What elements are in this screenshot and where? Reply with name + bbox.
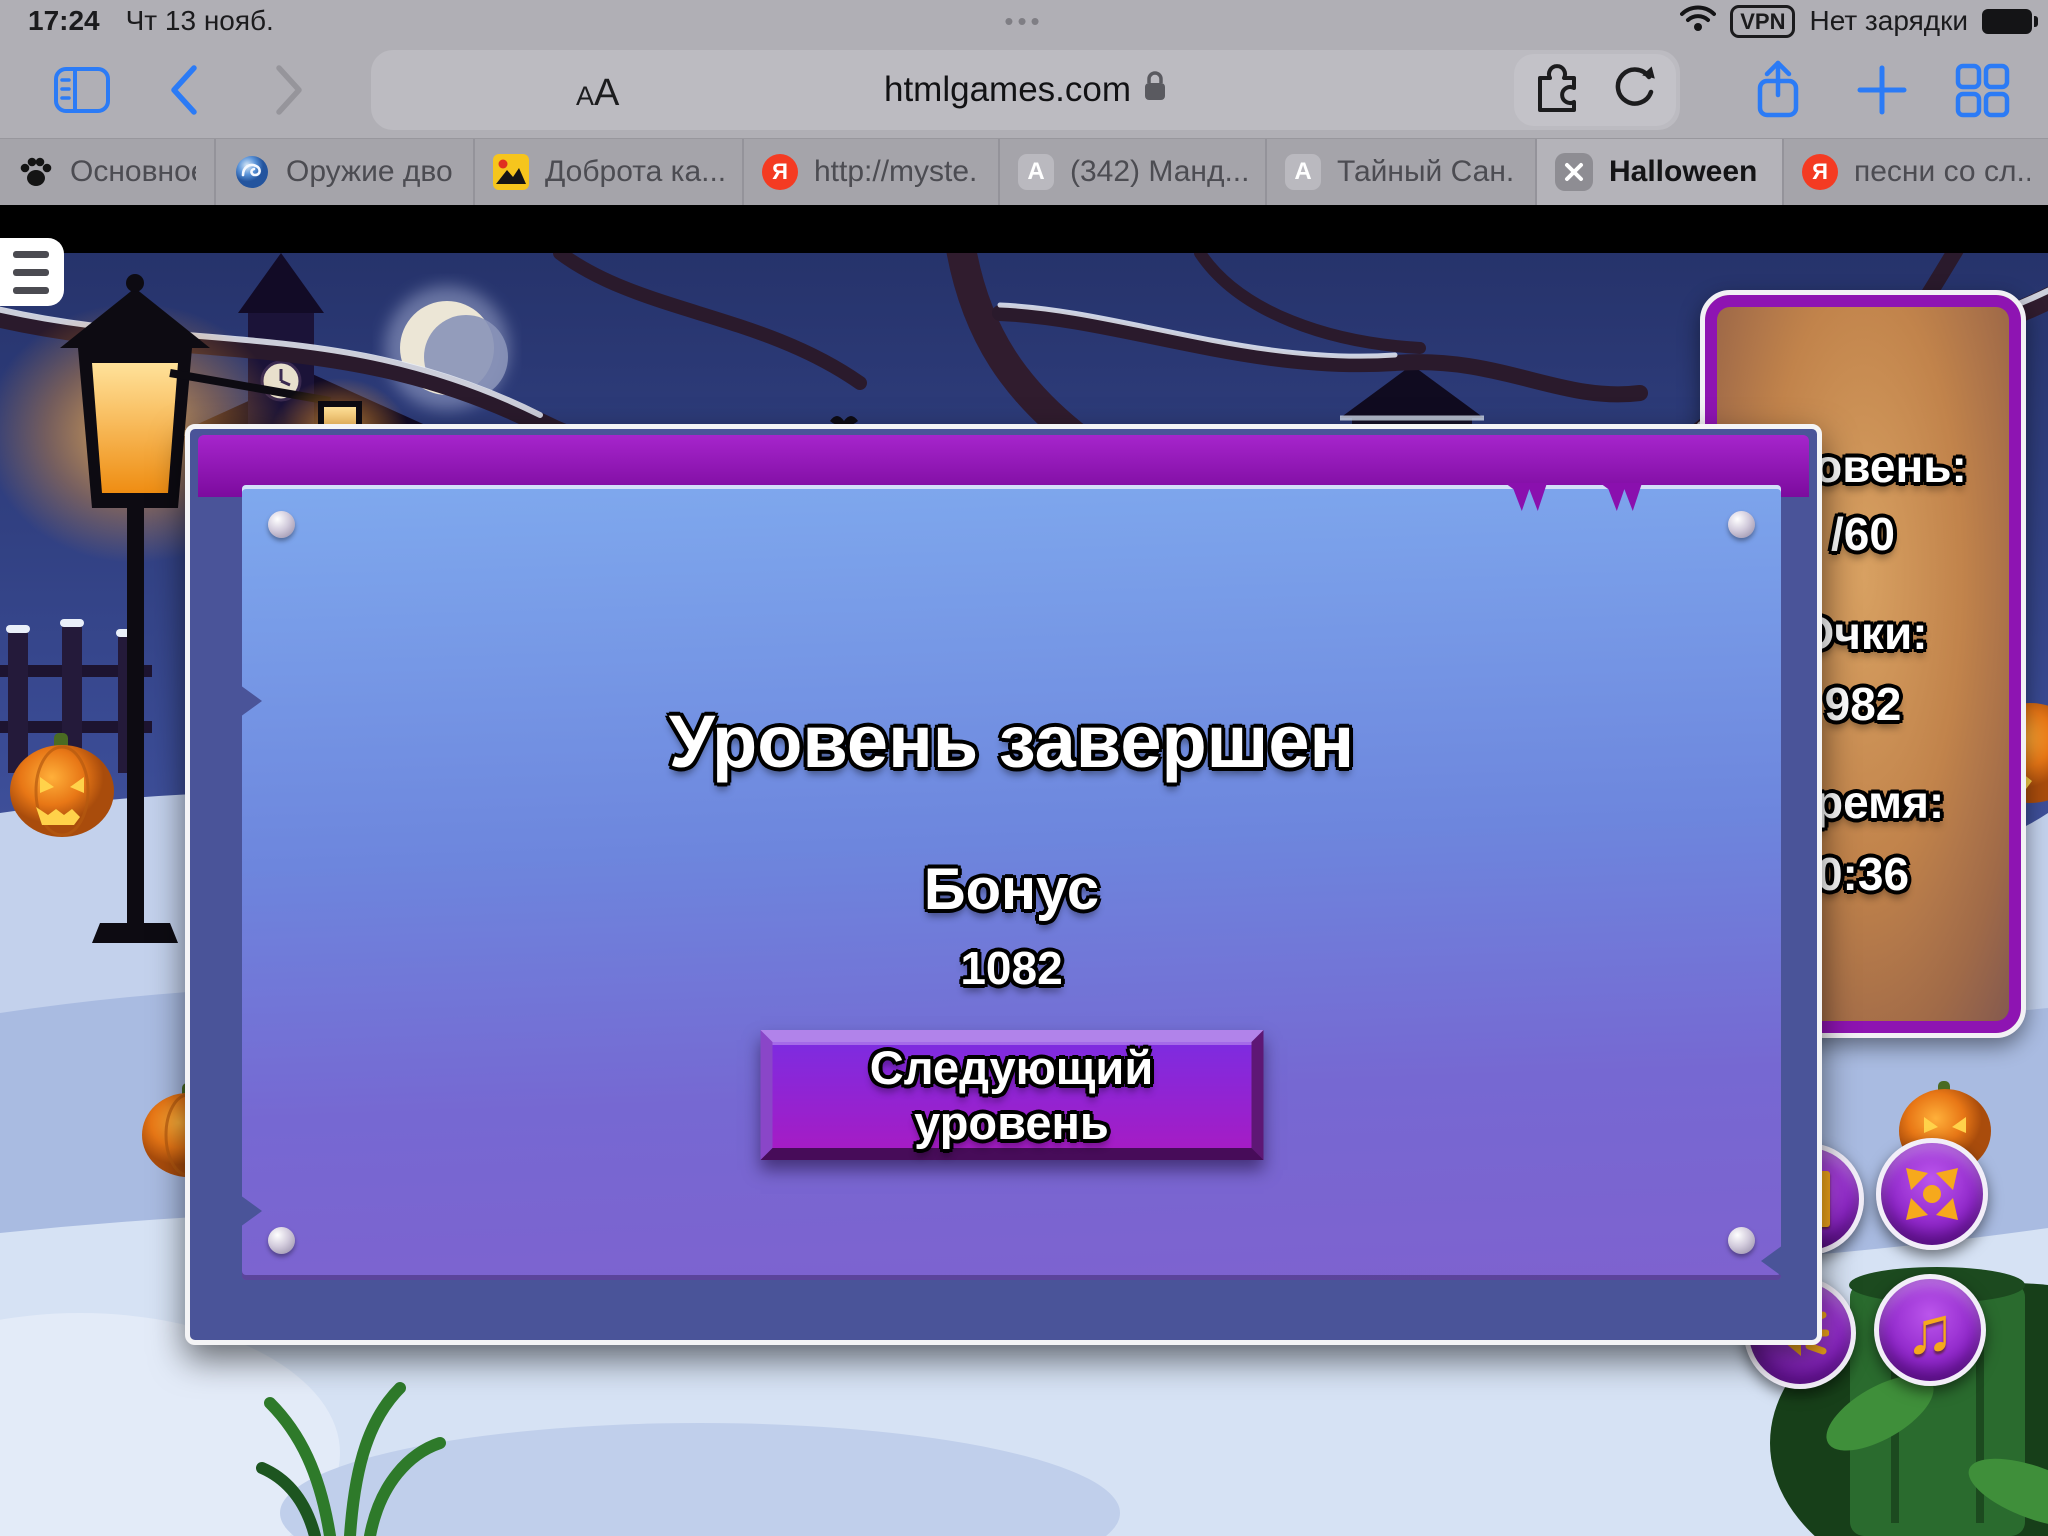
forward-icon[interactable] — [265, 42, 313, 138]
tab-mand[interactable]: А (342) Манд... — [1000, 139, 1267, 205]
dialog-inner-panel: Уровень завершен Бонус 1082 Следующий ур… — [242, 485, 1781, 1280]
hamburger-bar — [13, 269, 49, 276]
hamburger-bar — [13, 287, 49, 294]
tab-halloween-active[interactable]: Halloween P... — [1537, 139, 1784, 205]
extensions-puzzle-icon[interactable] — [1532, 63, 1584, 118]
music-button[interactable]: ♫ — [1874, 1274, 1986, 1386]
back-icon[interactable] — [160, 42, 208, 138]
rivet — [268, 1227, 295, 1254]
yandex-icon: Я — [1802, 154, 1838, 190]
bonus-value: 1082 — [242, 941, 1781, 995]
dialog-title: Уровень завершен — [242, 699, 1781, 784]
tab-dobrota[interactable]: Доброта ка... — [475, 139, 744, 205]
level-complete-dialog: Уровень завершен Бонус 1082 Следующий ур… — [185, 424, 1822, 1345]
hamburger-menu-button[interactable] — [0, 238, 64, 306]
tab-pesni[interactable]: Я песни со сл... — [1784, 139, 2048, 205]
status-bar: 17:24 Чт 13 нояб. ••• VPN Нет зарядки — [0, 0, 2048, 42]
edge-notch — [240, 1195, 262, 1227]
fullscreen-icon — [1902, 1164, 1962, 1224]
rivet — [1728, 1227, 1755, 1254]
letter-a-icon: А — [1285, 154, 1321, 190]
tab-oruzhie[interactable]: Оружие дво... — [216, 139, 475, 205]
tabs-grid-icon[interactable] — [1950, 42, 2014, 138]
tab-osnovnoe[interactable]: Основное м... — [0, 139, 216, 205]
share-icon[interactable] — [1748, 42, 1808, 138]
next-level-button[interactable]: Следующий уровень — [760, 1030, 1263, 1160]
battery-status-text: Нет зарядки — [1809, 5, 1968, 37]
paw-icon — [18, 154, 54, 190]
reload-icon[interactable] — [1610, 64, 1658, 117]
letter-a-icon: А — [1018, 154, 1054, 190]
wifi-icon — [1680, 4, 1716, 39]
date: Чт 13 нояб. — [126, 5, 274, 37]
clock: 17:24 — [28, 5, 100, 37]
multitasking-dots-icon: ••• — [1004, 6, 1043, 37]
swirl-icon — [234, 154, 270, 190]
tab-tainyi-san[interactable]: А Тайный Сан... — [1267, 139, 1537, 205]
rivet — [268, 511, 295, 538]
vpn-badge: VPN — [1730, 5, 1795, 38]
screen: 17:24 Чт 13 нояб. ••• VPN Нет зарядки — [0, 0, 2048, 1536]
safari-toolbar: AA htmlgames.com — [0, 42, 2048, 138]
fullscreen-button[interactable] — [1876, 1138, 1988, 1250]
tab-myste[interactable]: Я http://myste... — [744, 139, 1000, 205]
edge-notch — [1761, 1245, 1783, 1277]
music-note-icon: ♫ — [1905, 1292, 1955, 1368]
sidebar-toggle-icon[interactable] — [50, 42, 114, 138]
image-icon — [493, 154, 529, 190]
torn-notch — [1600, 483, 1642, 511]
address-bar[interactable]: AA htmlgames.com — [371, 50, 1680, 130]
battery-icon — [1982, 9, 2032, 34]
torn-notch — [1505, 483, 1547, 511]
yandex-icon: Я — [762, 154, 798, 190]
close-icon[interactable] — [1555, 153, 1593, 191]
new-tab-icon[interactable] — [1852, 42, 1912, 138]
url-text: htmlgames.com — [884, 70, 1131, 110]
lock-icon — [1143, 70, 1167, 111]
game-viewport: Уровень: /60 Очки: 982 Время: 0:36 — [0, 205, 2048, 1536]
hamburger-bar — [13, 251, 49, 258]
rivet — [1728, 511, 1755, 538]
next-level-button-label: Следующий уровень — [772, 1040, 1251, 1150]
tab-bar: Основное м... Оружие дво... Доброта ка..… — [0, 138, 2048, 205]
bonus-label: Бонус — [242, 856, 1781, 923]
